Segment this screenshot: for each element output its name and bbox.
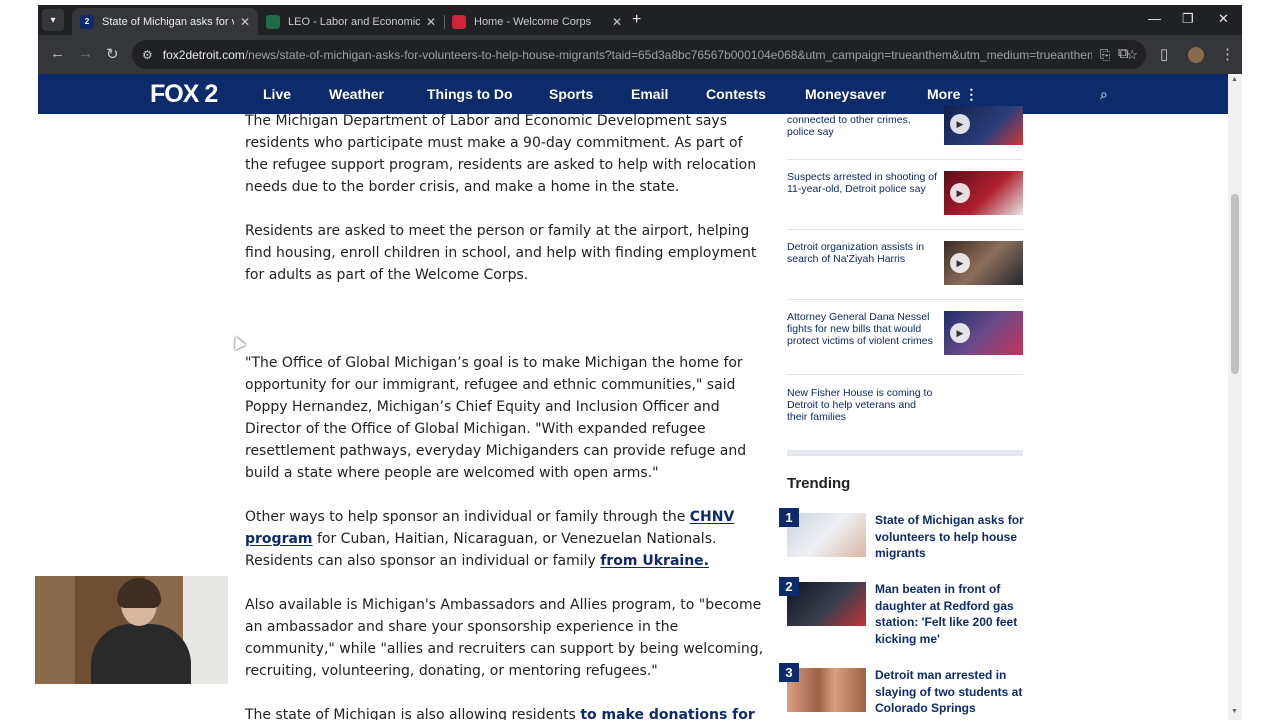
nav-live[interactable]: Live bbox=[263, 86, 291, 102]
scroll-up-arrow-icon[interactable]: ▲ bbox=[1231, 76, 1238, 83]
paragraph-residents-asked: Residents are asked to meet the person o… bbox=[245, 223, 757, 283]
trending-rank: 2 bbox=[779, 577, 799, 596]
related-story-title[interactable]: New Fisher House is coming to Detroit to… bbox=[787, 387, 937, 423]
scrollbar-thumb[interactable] bbox=[1231, 194, 1239, 374]
nav-weather[interactable]: Weather bbox=[329, 86, 384, 102]
paragraph-other-ways: Other ways to help sponsor an individual… bbox=[245, 506, 765, 572]
outer-margin-left bbox=[0, 0, 38, 720]
play-icon[interactable]: ▶ bbox=[950, 183, 970, 203]
url-path: /news/state-of-michigan-asks-for-volunte… bbox=[244, 47, 1092, 62]
fox2-logo[interactable]: FOX 2 bbox=[150, 80, 218, 109]
webcam-person-hair bbox=[117, 578, 161, 608]
tab-fox2-article[interactable]: 2 State of Michigan asks for volunteers … bbox=[72, 8, 258, 35]
trending-title[interactable]: Man beaten in front of daughter at Redfo… bbox=[875, 581, 1025, 647]
play-icon[interactable]: ▶ bbox=[950, 114, 970, 134]
related-story-title[interactable]: Attorney General Dana Nessel fights for … bbox=[787, 311, 937, 347]
paragraph-donations: The state of Michigan is also allowing r… bbox=[245, 704, 765, 720]
trending-rank: 1 bbox=[779, 508, 799, 527]
close-window-icon[interactable]: ✕ bbox=[1218, 11, 1229, 27]
related-story-thumbnail[interactable]: ▶ bbox=[944, 106, 1023, 145]
browser-toolbar: ← → ↻ ⚙ fox2detroit.com/news/state-of-mi… bbox=[38, 35, 1242, 74]
paragraph-ambassadors: Also available is Michigan's Ambassadors… bbox=[245, 597, 764, 679]
tab-title: State of Michigan asks for volunteers bbox=[102, 15, 234, 28]
outer-margin-right bbox=[1242, 0, 1280, 720]
tab-title: LEO - Labor and Economic Opportunity bbox=[288, 15, 420, 28]
side-panel-icon[interactable]: ▯ bbox=[1160, 45, 1168, 63]
site-navigation-bar: FOX 2 Live Weather Things to Do Sports E… bbox=[38, 74, 1228, 114]
nav-contests[interactable]: Contests bbox=[706, 86, 766, 102]
related-story-thumbnail[interactable]: ▶ bbox=[944, 311, 1023, 355]
close-tab-icon[interactable]: ✕ bbox=[612, 15, 622, 29]
reload-icon[interactable]: ↻ bbox=[106, 45, 119, 63]
related-story-thumbnail[interactable]: ▶ bbox=[944, 241, 1023, 285]
webcam-overlay bbox=[35, 576, 228, 684]
tab-welcome-corps[interactable]: Home - Welcome Corps ✕ bbox=[444, 8, 630, 35]
nav-moneysaver[interactable]: Moneysaver bbox=[805, 86, 886, 102]
url-text[interactable]: fox2detroit.com/news/state-of-michigan-a… bbox=[163, 48, 1092, 62]
extensions-puzzle-icon[interactable]: ⧉ bbox=[1118, 45, 1129, 62]
nav-things-to-do[interactable]: Things to Do bbox=[427, 86, 513, 102]
close-tab-icon[interactable]: ✕ bbox=[240, 15, 250, 29]
play-icon[interactable]: ▶ bbox=[950, 253, 970, 273]
make-donations-link[interactable]: to make donations for bbox=[580, 707, 754, 720]
divider bbox=[787, 299, 1023, 300]
webcam-person-body bbox=[91, 624, 191, 684]
scroll-down-arrow-icon[interactable]: ▼ bbox=[1231, 708, 1238, 715]
related-story-title[interactable]: Detroit organization assists in search o… bbox=[787, 241, 937, 265]
restore-icon[interactable]: ❐ bbox=[1182, 11, 1194, 27]
trending-title[interactable]: State of Michigan asks for volunteers to… bbox=[875, 512, 1025, 562]
fox2-favicon-icon: 2 bbox=[80, 14, 94, 29]
profile-avatar[interactable] bbox=[1188, 47, 1204, 63]
trending-title[interactable]: Detroit man arrested in slaying of two s… bbox=[875, 667, 1025, 717]
paragraph-leo-commitment: The Michigan Department of Labor and Eco… bbox=[245, 113, 757, 195]
section-divider bbox=[787, 450, 1023, 456]
minimize-icon[interactable]: — bbox=[1148, 11, 1161, 26]
site-info-icon[interactable]: ⚙ bbox=[142, 48, 153, 62]
back-arrow-icon[interactable]: ← bbox=[50, 45, 65, 62]
tab-search-chevron-icon[interactable]: ▾ bbox=[42, 9, 64, 31]
paragraph-quote: "The Office of Global Michigan’s goal is… bbox=[245, 355, 747, 481]
url-domain: fox2detroit.com bbox=[162, 47, 245, 62]
trending-heading: Trending bbox=[787, 475, 851, 492]
related-story-thumbnail[interactable]: ▶ bbox=[944, 171, 1023, 215]
leo-favicon-icon bbox=[266, 14, 280, 29]
tab-leo[interactable]: LEO - Labor and Economic Opportunity ✕ bbox=[258, 8, 444, 35]
text: The state of Michigan is also allowing r… bbox=[245, 707, 581, 720]
divider bbox=[787, 374, 1023, 375]
page-scrollbar[interactable]: ▲ ▼ bbox=[1228, 74, 1242, 720]
nav-email[interactable]: Email bbox=[631, 86, 668, 102]
install-app-icon[interactable]: ⎘ bbox=[1100, 47, 1110, 63]
divider bbox=[787, 159, 1023, 160]
nav-more[interactable]: More ⋮ bbox=[927, 86, 978, 103]
trending-rank: 3 bbox=[779, 663, 799, 682]
address-bar[interactable]: ⚙ fox2detroit.com/news/state-of-michigan… bbox=[132, 40, 1146, 69]
nav-sports[interactable]: Sports bbox=[549, 86, 593, 102]
play-icon[interactable]: ▶ bbox=[950, 323, 970, 343]
related-story-title[interactable]: connected to other crimes, police say bbox=[787, 114, 937, 138]
divider bbox=[787, 229, 1023, 230]
related-story-title[interactable]: Suspects arrested in shooting of 11-year… bbox=[787, 171, 937, 195]
browser-tab-strip: ▾ 2 State of Michigan asks for volunteer… bbox=[38, 5, 1242, 35]
from-ukraine-link[interactable]: from Ukraine. bbox=[600, 553, 709, 569]
chrome-menu-icon[interactable]: ⋮ bbox=[1220, 45, 1235, 63]
text: Other ways to help sponsor an individual… bbox=[245, 509, 690, 525]
forward-arrow-icon[interactable]: → bbox=[78, 45, 93, 62]
welcome-corps-favicon-icon bbox=[452, 14, 466, 29]
tab-title: Home - Welcome Corps bbox=[474, 15, 592, 28]
new-tab-plus-icon[interactable]: + bbox=[632, 11, 641, 29]
close-tab-icon[interactable]: ✕ bbox=[426, 15, 436, 29]
search-icon[interactable]: ⌕ bbox=[1100, 86, 1108, 103]
